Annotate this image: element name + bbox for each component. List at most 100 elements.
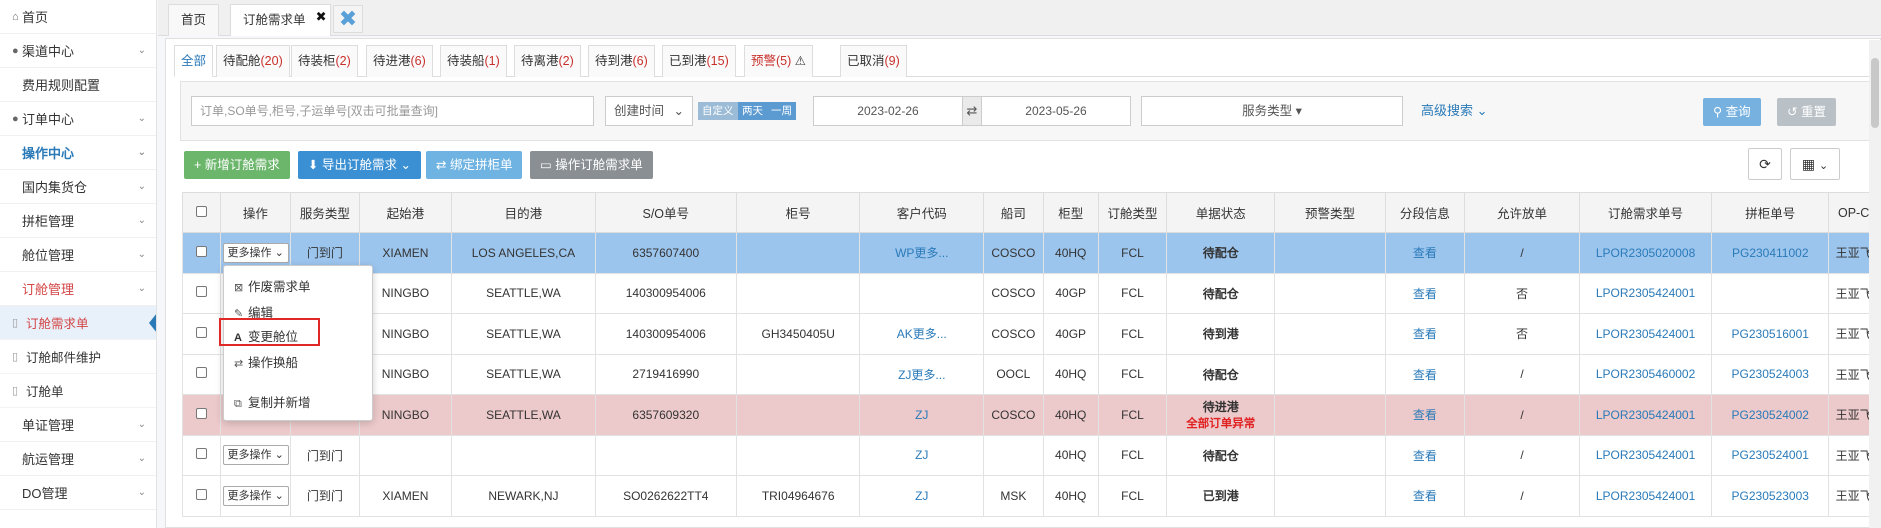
service-type-select[interactable]: 服务类型 ▾ (1141, 96, 1403, 126)
advanced-search-link[interactable]: 高级搜索 ⌄ (1421, 96, 1488, 126)
view-link[interactable]: 查看 (1384, 313, 1466, 355)
view-link[interactable]: 查看 (1384, 394, 1466, 436)
request-number-link[interactable]: LPOR2305424001 (1578, 313, 1713, 355)
tab-pending-shipping[interactable]: 待装船(1) (440, 45, 507, 77)
tab-cancelled[interactable]: 已取消(9) (840, 45, 907, 77)
operate-booking-request-button[interactable]: ▭ 操作订舱需求单 (530, 151, 653, 179)
tab-pending-loading[interactable]: 待装柜(2) (291, 45, 358, 77)
sidebar-item-documents[interactable]: 单证管理 ⌄ (0, 408, 156, 442)
tab-home[interactable]: 首页 (168, 4, 220, 36)
request-number-link[interactable]: LPOR2305424001 (1578, 434, 1713, 476)
row-checkbox-cell[interactable] (182, 272, 221, 314)
consolidation-number-link[interactable]: PG230524002 (1711, 394, 1830, 436)
sidebar-item-fee-rules[interactable]: 费用规则配置 (0, 68, 156, 102)
bind-consolidation-button[interactable]: ⇄ 绑定拼柜单 (426, 151, 523, 179)
close-icon[interactable]: ✖ (316, 2, 327, 32)
tab-warning[interactable]: 预警(5) ⚠ (744, 45, 813, 77)
tab-all[interactable]: 全部 (174, 45, 214, 77)
chip-custom[interactable]: 自定义 (698, 102, 738, 120)
customer-code-cell[interactable] (859, 272, 985, 314)
checkbox[interactable] (195, 488, 207, 500)
sidebar-item-shipping[interactable]: 航运管理 ⌄ (0, 442, 156, 476)
date-to-input[interactable]: 2023-05-26 (981, 96, 1131, 126)
row-checkbox-cell[interactable] (182, 313, 221, 355)
customer-code-cell[interactable]: AK更多... (859, 313, 985, 355)
checkbox[interactable] (195, 407, 207, 419)
reset-button[interactable]: ↺ 重置 (1777, 98, 1836, 126)
table-row[interactable]: NINGBO SEATTLE,WA 140300954006 COSCO 40GP FCL… (182, 272, 1879, 314)
consolidation-number-link[interactable]: PG230524003 (1711, 353, 1830, 395)
add-booking-request-button[interactable]: + 新增订舱需求 (184, 151, 290, 179)
checkbox[interactable] (195, 245, 207, 257)
table-row[interactable]: 更多操作 ⌄ 门到门 ZJ 40HQ FCL 待配仓 查看 / LPOR2305424001 PG… (182, 434, 1879, 476)
search-input[interactable]: 订单,SO单号,柜号,子运单号[双击可批量查询] (191, 96, 594, 126)
sidebar-item-booking-order[interactable]: ▯ 订舱单 (0, 374, 156, 408)
sidebar-item-booking-management[interactable]: 订舱管理 ⌄ (0, 272, 156, 306)
tab-booking-request[interactable]: 订舱需求单 ✖ (230, 4, 331, 36)
menu-item-copy-new[interactable]: ⧉ 复制并新增 (234, 392, 311, 411)
table-row[interactable]: 更多操作 ⌄ 门到门 XIAMEN LOS ANGELES,CA 6357607400 W… (182, 232, 1879, 274)
view-link[interactable]: 查看 (1384, 353, 1466, 395)
consolidation-number-link[interactable]: PG230516001 (1711, 313, 1830, 355)
row-checkbox-cell[interactable] (182, 353, 221, 395)
sidebar-item-booking-request[interactable]: ▯ 订舱需求单 (0, 306, 156, 340)
consolidation-number-link[interactable]: PG230411002 (1711, 232, 1830, 274)
view-link[interactable]: 查看 (1384, 232, 1466, 274)
view-link[interactable]: 查看 (1384, 475, 1466, 517)
date-field-select[interactable]: 创建时间 ⌄ (605, 96, 693, 126)
refresh-button[interactable]: ⟳ (1748, 148, 1782, 180)
customer-code-cell[interactable]: WP更多... (859, 232, 985, 274)
export-booking-request-button[interactable]: ⬇ 导出订舱需求 ⌄ (298, 151, 421, 179)
chip-one-week[interactable]: 一周 (767, 102, 796, 120)
checkbox[interactable] (195, 326, 207, 338)
request-number-link[interactable]: LPOR2305424001 (1578, 475, 1713, 517)
sidebar-item-home[interactable]: ⌂ 首页 (0, 0, 156, 34)
tab-arrived[interactable]: 已到港(15) (662, 45, 736, 77)
view-link[interactable]: 查看 (1384, 272, 1466, 314)
table-row[interactable]: NINGBO SEATTLE,WA 2719416990 ZJ更多... OOCL 40H… (182, 353, 1879, 395)
scrollbar-thumb[interactable] (1871, 58, 1879, 128)
menu-item-change-vessel[interactable]: ⇄ 操作换船 (234, 352, 298, 371)
sidebar-item-booking-mail[interactable]: ▯ 订舱邮件维护 (0, 340, 156, 374)
header-select-all[interactable] (182, 192, 221, 233)
checkbox[interactable] (195, 205, 207, 217)
tab-pending-departure[interactable]: 待离港(2) (514, 45, 581, 77)
vertical-scrollbar[interactable] (1869, 40, 1881, 528)
date-from-input[interactable]: 2023-02-26 (813, 96, 963, 126)
consolidation-number-link[interactable]: PG230523003 (1711, 475, 1830, 517)
row-checkbox-cell[interactable] (182, 394, 221, 436)
sidebar-item-order-center[interactable]: ● 订单中心 ⌄ (0, 102, 156, 136)
checkbox[interactable] (195, 367, 207, 379)
consolidation-number-link[interactable]: PG230524001 (1711, 434, 1830, 476)
sidebar-item-consolidation[interactable]: 拼柜管理 ⌄ (0, 204, 156, 238)
query-button[interactable]: ⚲ 查询 (1703, 98, 1761, 126)
more-actions-button[interactable]: 更多操作 ⌄ (222, 445, 289, 466)
customer-code-cell[interactable]: ZJ (859, 475, 985, 517)
table-row[interactable]: NINGBO SEATTLE,WA 6357609320 ZJ COSCO 40HQ FCL… (182, 394, 1879, 436)
sidebar-item-do[interactable]: DO管理 ⌄ (0, 476, 156, 510)
request-number-link[interactable]: LPOR2305424001 (1578, 394, 1713, 436)
more-actions-button[interactable]: 更多操作 ⌄ (222, 242, 289, 263)
table-row[interactable]: NINGBO SEATTLE,WA 140300954006 GH3450405U AK… (182, 313, 1879, 355)
columns-button[interactable]: ▦ ⌄ (1790, 148, 1840, 180)
tab-pending-booking[interactable]: 待配舱(20) (216, 45, 290, 77)
tab-pending-arrival[interactable]: 待到港(6) (588, 45, 655, 77)
checkbox[interactable] (195, 448, 207, 460)
chip-two-days[interactable]: 两天 (738, 102, 767, 120)
sidebar-item-channel-center[interactable]: ● 渠道中心 ⌄ (0, 34, 156, 68)
menu-item-void-request[interactable]: ⊠ 作废需求单 (234, 276, 311, 295)
view-link[interactable]: 查看 (1384, 434, 1466, 476)
sidebar-item-operation-center[interactable]: 操作中心 ⌄ (0, 136, 156, 170)
consolidation-number-link[interactable] (1711, 272, 1830, 314)
request-number-link[interactable]: LPOR2305020008 (1578, 232, 1713, 274)
swap-icon[interactable]: ⇄ (963, 96, 981, 126)
row-checkbox-cell[interactable] (182, 232, 221, 274)
request-number-link[interactable]: LPOR2305460002 (1578, 353, 1713, 395)
customer-code-cell[interactable]: ZJ (859, 434, 985, 476)
sidebar-item-space-management[interactable]: 舱位管理 ⌄ (0, 238, 156, 272)
checkbox[interactable] (195, 286, 207, 298)
tab-pending-port-entry[interactable]: 待进港(6) (366, 45, 433, 77)
row-checkbox-cell[interactable] (182, 434, 221, 476)
customer-code-cell[interactable]: ZJ更多... (859, 353, 985, 395)
row-checkbox-cell[interactable] (182, 475, 221, 517)
